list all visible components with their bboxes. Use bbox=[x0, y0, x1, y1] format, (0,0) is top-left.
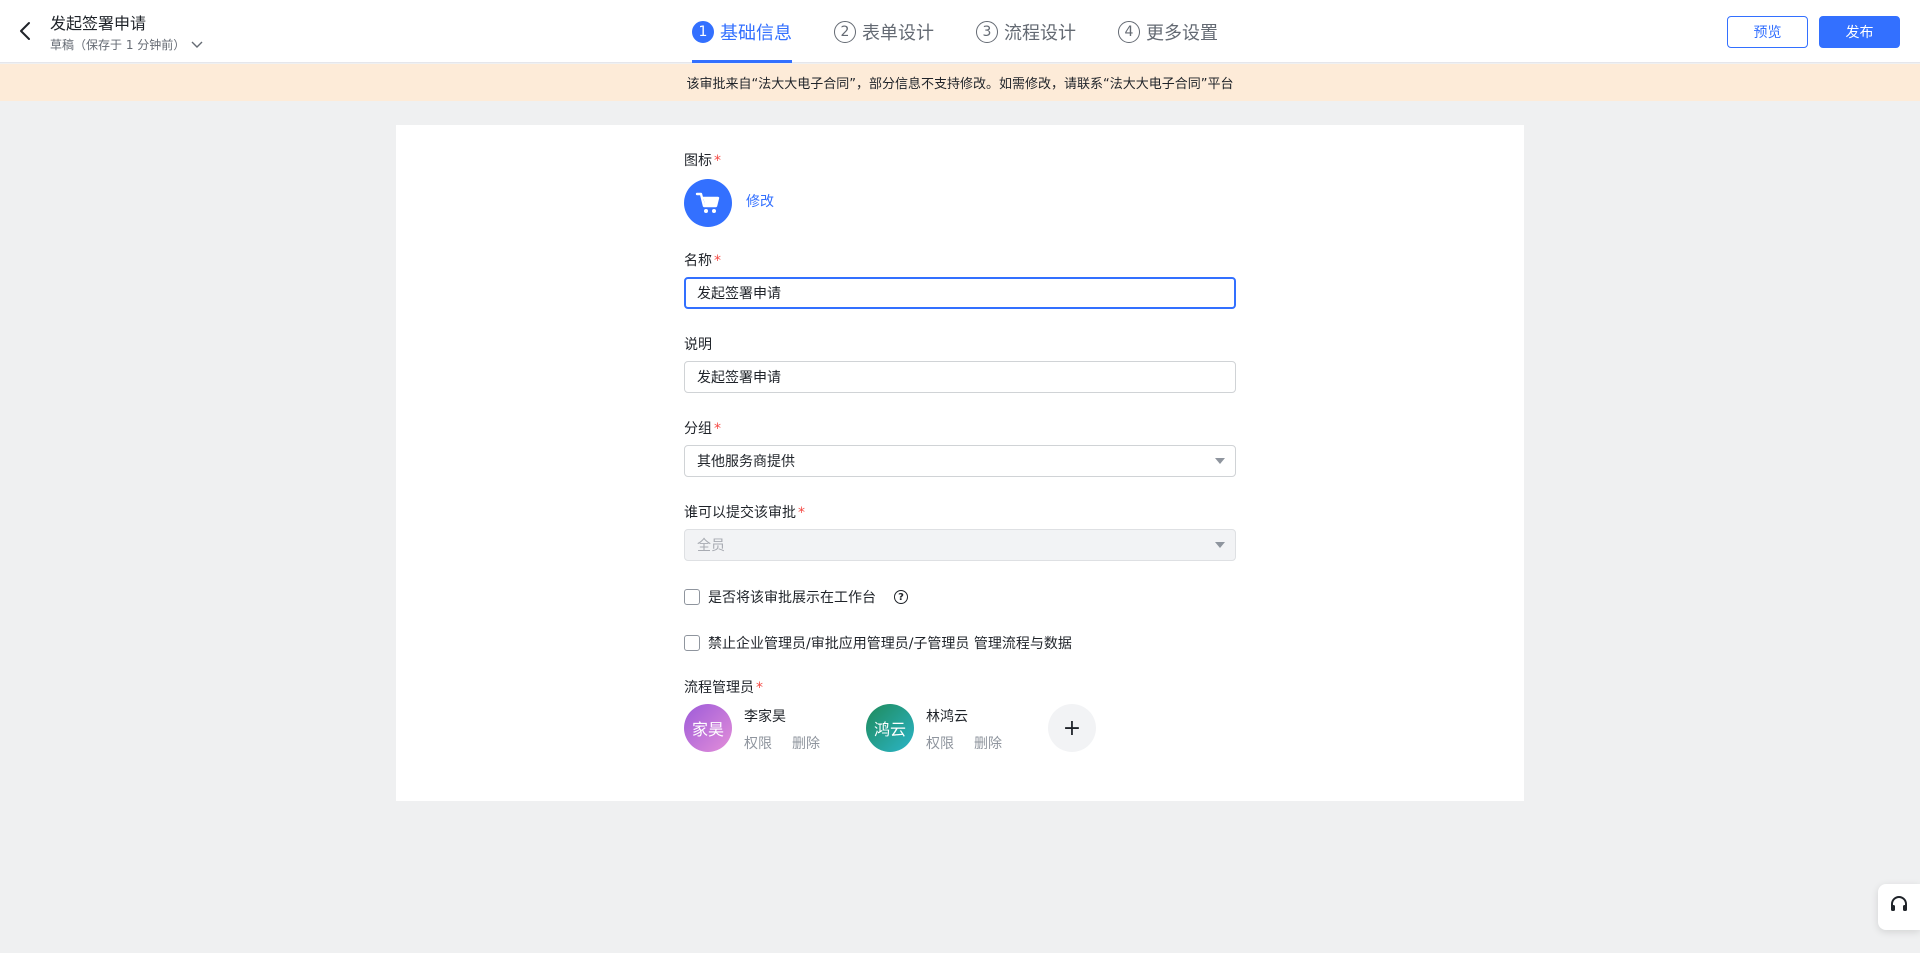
group-label-text: 分组 bbox=[684, 421, 712, 437]
submitter-field-label: 谁可以提交该审批 * bbox=[684, 502, 805, 522]
step-tabs: 1 基础信息 2 表单设计 3 流程设计 4 更多设置 bbox=[692, 0, 1218, 63]
top-header: 发起签署申请 草稿（保存于 1 分钟前） 1 基础信息 2 表单设计 3 流程设… bbox=[0, 0, 1920, 63]
submitter-select-value: 全员 bbox=[697, 538, 725, 554]
required-mark: * bbox=[714, 253, 721, 269]
step-label: 基础信息 bbox=[720, 22, 792, 44]
group-select[interactable]: 其他服务商提供 bbox=[684, 445, 1236, 477]
forbid-admin-label: 禁止企业管理员/审批应用管理员/子管理员 管理流程与数据 bbox=[708, 636, 1072, 652]
checkbox-box[interactable] bbox=[684, 589, 700, 605]
checkbox-box[interactable] bbox=[684, 635, 700, 651]
admin-delete-link[interactable]: 删除 bbox=[974, 733, 1002, 753]
admin-name: 李家昊 bbox=[744, 709, 786, 725]
admin-actions: 权限 删除 bbox=[926, 733, 1002, 753]
avatar: 鸿云 bbox=[866, 704, 914, 752]
show-on-workbench-label: 是否将该审批展示在工作台 bbox=[708, 590, 876, 606]
modify-icon-link[interactable]: 修改 bbox=[746, 191, 774, 211]
step-number: 2 bbox=[834, 20, 856, 43]
tab-flow-design[interactable]: 3 流程设计 bbox=[976, 0, 1076, 63]
desc-label-text: 说明 bbox=[684, 337, 712, 353]
name-label-text: 名称 bbox=[684, 253, 712, 269]
submitter-label-text: 谁可以提交该审批 bbox=[684, 505, 796, 521]
step-label: 表单设计 bbox=[862, 22, 934, 44]
admin-item: 家昊 李家昊 权限 删除 bbox=[684, 704, 844, 752]
draft-status-text: 草稿（保存于 1 分钟前） bbox=[50, 38, 186, 52]
tab-basic-info[interactable]: 1 基础信息 bbox=[692, 0, 792, 63]
shopping-cart-icon bbox=[684, 179, 732, 227]
caret-down-icon bbox=[1215, 458, 1225, 464]
description-input[interactable]: 发起签署申请 bbox=[684, 361, 1236, 393]
admin-info: 林鸿云 权限 删除 bbox=[926, 704, 1026, 752]
group-field-label: 分组 * bbox=[684, 418, 721, 438]
name-input[interactable]: 发起签署申请 bbox=[684, 277, 1236, 309]
admin-actions: 权限 删除 bbox=[744, 733, 820, 753]
step-label: 流程设计 bbox=[1004, 22, 1076, 44]
headset-icon bbox=[1889, 895, 1909, 919]
question-help-icon[interactable]: ? bbox=[894, 590, 908, 604]
description-input-value: 发起签署申请 bbox=[697, 370, 781, 386]
back-arrow-icon[interactable] bbox=[16, 20, 36, 42]
admin-item: 鸿云 林鸿云 权限 删除 bbox=[866, 704, 1026, 752]
admin-info: 李家昊 权限 删除 bbox=[744, 704, 844, 752]
preview-button[interactable]: 预览 bbox=[1727, 16, 1808, 48]
page-title: 发起签署申请 bbox=[50, 14, 147, 33]
admins-label-text: 流程管理员 bbox=[684, 680, 754, 696]
forbid-admin-checkbox[interactable]: 禁止企业管理员/审批应用管理员/子管理员 管理流程与数据 bbox=[684, 633, 1072, 653]
admin-permission-link[interactable]: 权限 bbox=[926, 733, 954, 753]
notice-banner: 该审批来自“法大大电子合同”，部分信息不支持修改。如需修改，请联系“法大大电子合… bbox=[0, 64, 1920, 101]
icon-field-label: 图标 * bbox=[684, 150, 721, 170]
add-admin-button[interactable]: + bbox=[1048, 704, 1096, 752]
step-label: 更多设置 bbox=[1146, 22, 1218, 44]
required-mark: * bbox=[714, 153, 721, 169]
admin-permission-link[interactable]: 权限 bbox=[744, 733, 772, 753]
tab-more-settings[interactable]: 4 更多设置 bbox=[1118, 0, 1218, 63]
avatar: 家昊 bbox=[684, 704, 732, 752]
step-number: 1 bbox=[692, 20, 714, 43]
admin-delete-link[interactable]: 删除 bbox=[792, 733, 820, 753]
required-mark: * bbox=[798, 505, 805, 521]
required-mark: * bbox=[756, 680, 763, 696]
show-on-workbench-checkbox[interactable]: 是否将该审批展示在工作台 ? bbox=[684, 587, 908, 607]
form-card: 图标 * 修改 名称 * 发起签署申请 说明 发起签署申请 分组 * 其他服务商提供 … bbox=[396, 125, 1524, 801]
required-mark: * bbox=[714, 421, 721, 437]
icon-label-text: 图标 bbox=[684, 153, 712, 169]
tab-form-design[interactable]: 2 表单设计 bbox=[834, 0, 934, 63]
admins-field-label: 流程管理员 * bbox=[684, 677, 763, 697]
group-select-value: 其他服务商提供 bbox=[697, 454, 795, 470]
name-field-label: 名称 * bbox=[684, 250, 721, 270]
submitter-select: 全员 bbox=[684, 529, 1236, 561]
customer-support-button[interactable] bbox=[1878, 884, 1920, 930]
step-number: 4 bbox=[1118, 20, 1140, 43]
step-number: 3 bbox=[976, 20, 998, 43]
admin-name: 林鸿云 bbox=[926, 709, 968, 725]
publish-button[interactable]: 发布 bbox=[1819, 16, 1900, 48]
name-input-value: 发起签署申请 bbox=[697, 286, 781, 302]
caret-down-icon bbox=[1215, 542, 1225, 548]
draft-status-dropdown[interactable]: 草稿（保存于 1 分钟前） bbox=[50, 36, 203, 53]
chevron-down-icon bbox=[191, 38, 203, 52]
desc-field-label: 说明 bbox=[684, 334, 712, 354]
